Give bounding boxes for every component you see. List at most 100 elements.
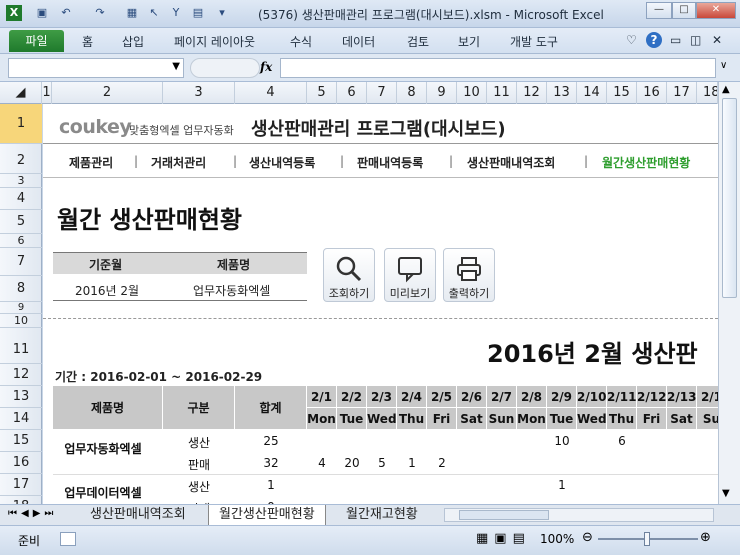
- row-header[interactable]: 10: [0, 314, 42, 328]
- zoom-in-icon[interactable]: ⊕: [700, 530, 711, 545]
- nav-history-search[interactable]: 생산판매내역조회: [467, 154, 555, 171]
- pointer-icon[interactable]: ↖: [146, 5, 162, 21]
- close-button[interactable]: ✕: [696, 2, 736, 19]
- hscroll-thumb[interactable]: [459, 510, 549, 520]
- sheet-tab[interactable]: 생산판매내역조회: [80, 505, 196, 525]
- scroll-down-icon[interactable]: ▼: [722, 488, 730, 499]
- row-header[interactable]: 2: [0, 144, 42, 174]
- form-icon[interactable]: ▤: [190, 5, 206, 21]
- row-header[interactable]: 7: [0, 248, 42, 276]
- column-header[interactable]: 6: [337, 82, 367, 104]
- product-value[interactable]: 업무자동화엑셀: [193, 282, 270, 299]
- tab-view[interactable]: 보기: [458, 33, 480, 50]
- column-header[interactable]: 15: [607, 82, 637, 104]
- column-header[interactable]: 1: [42, 82, 52, 104]
- column-header[interactable]: 14: [577, 82, 607, 104]
- column-header[interactable]: 9: [427, 82, 457, 104]
- column-header[interactable]: 5: [307, 82, 337, 104]
- search-button[interactable]: 조회하기: [323, 248, 375, 302]
- preview-button[interactable]: 미리보기: [384, 248, 436, 302]
- column-header[interactable]: 13: [547, 82, 577, 104]
- macro-record-icon[interactable]: [60, 532, 76, 546]
- sheet-tab[interactable]: 월간재고현황: [336, 505, 428, 525]
- formula-expand-handle[interactable]: [190, 58, 260, 78]
- tab-developer[interactable]: 개발 도구: [510, 33, 558, 50]
- scroll-up-icon[interactable]: ▲: [722, 84, 730, 95]
- help-icon[interactable]: ?: [646, 32, 662, 48]
- tab-file[interactable]: 파일: [9, 30, 64, 52]
- row-header[interactable]: 14: [0, 408, 42, 430]
- nav-monthly-status[interactable]: 월간생산판매현황: [602, 154, 690, 171]
- tab-review[interactable]: 검토: [407, 33, 429, 50]
- zoom-slider-thumb[interactable]: [644, 532, 650, 546]
- row-header[interactable]: 3: [0, 174, 42, 188]
- row-header[interactable]: 4: [0, 188, 42, 210]
- column-header[interactable]: 12: [517, 82, 547, 104]
- function-icon[interactable]: fx: [260, 60, 272, 74]
- formula-input[interactable]: [280, 58, 716, 78]
- restore-button[interactable]: □: [672, 2, 696, 19]
- name-box[interactable]: ▼: [8, 58, 184, 78]
- row-header[interactable]: 9: [0, 302, 42, 314]
- zoom-level[interactable]: 100%: [540, 532, 574, 546]
- row-header[interactable]: 12: [0, 364, 42, 386]
- zoom-out-icon[interactable]: ⊖: [582, 530, 593, 545]
- column-header[interactable]: 17: [667, 82, 697, 104]
- column-header[interactable]: 16: [637, 82, 667, 104]
- grid-icon[interactable]: ▦: [124, 5, 140, 21]
- undo-icon[interactable]: ↶: [58, 5, 74, 21]
- sheet-nav-icons[interactable]: ⏮◀▶⏭: [8, 508, 57, 519]
- row-header[interactable]: 8: [0, 276, 42, 302]
- table-day-cell: 20: [344, 456, 360, 470]
- save-icon[interactable]: ▣: [34, 5, 50, 21]
- print-button[interactable]: 출력하기: [443, 248, 495, 302]
- tab-insert[interactable]: 삽입: [122, 33, 144, 50]
- column-header[interactable]: 11: [487, 82, 517, 104]
- row-header[interactable]: 11: [0, 328, 42, 364]
- column-header[interactable]: 18: [697, 82, 718, 104]
- chevron-down-icon[interactable]: ▼: [172, 61, 180, 72]
- column-header[interactable]: 8: [397, 82, 427, 104]
- row-header[interactable]: 13: [0, 386, 42, 408]
- ribbon-minimize-icon[interactable]: ▭: [670, 33, 681, 47]
- row-header[interactable]: 1: [0, 104, 42, 144]
- expand-formula-icon[interactable]: ∨: [720, 60, 727, 71]
- row-header[interactable]: 15: [0, 430, 42, 452]
- nav-production-entry[interactable]: 생산내역등록: [249, 154, 315, 171]
- view-mode-icons[interactable]: ▦▣▤: [476, 531, 531, 546]
- horizontal-scrollbar[interactable]: [444, 508, 714, 522]
- tab-data[interactable]: 데이터: [342, 33, 375, 50]
- table-day-cell: 6: [618, 434, 626, 448]
- customize-quick-access-icon[interactable]: ▾: [214, 5, 230, 21]
- redo-icon[interactable]: ↷: [92, 5, 108, 21]
- tab-page-layout[interactable]: 페이지 레이아웃: [174, 33, 255, 50]
- column-header[interactable]: 7: [367, 82, 397, 104]
- row-header[interactable]: 16: [0, 452, 42, 474]
- scroll-thumb[interactable]: [722, 98, 737, 298]
- sheet-tab-active[interactable]: 월간생산판매현황: [208, 505, 326, 525]
- minimize-button[interactable]: —: [646, 2, 672, 19]
- worksheet[interactable]: coukey 맞춤형엑셀 업무자동화 생산판매관리 프로그램(대시보드) 제품관…: [43, 104, 718, 504]
- nav-product[interactable]: 제품관리: [69, 154, 113, 171]
- row-header[interactable]: 6: [0, 234, 42, 248]
- vertical-scrollbar[interactable]: ▲ ▼: [718, 82, 740, 504]
- month-value[interactable]: 2016년 2월: [75, 282, 139, 299]
- date-header: 2/7: [487, 386, 517, 408]
- nav-sales-entry[interactable]: 판매내역등록: [357, 154, 423, 171]
- chevron-down-icon[interactable]: ♡: [626, 33, 637, 47]
- ribbon-restore-icon[interactable]: ◫: [690, 33, 701, 47]
- column-header[interactable]: 3: [163, 82, 235, 104]
- column-header[interactable]: 10: [457, 82, 487, 104]
- row-header[interactable]: 17: [0, 474, 42, 496]
- filter-icon[interactable]: Y: [168, 5, 184, 21]
- column-header[interactable]: 4: [235, 82, 307, 104]
- tab-home[interactable]: 홈: [82, 33, 93, 50]
- nav-client[interactable]: 거래처관리: [151, 154, 206, 171]
- formula-bar: ▼ fx ∨: [0, 54, 740, 82]
- column-header[interactable]: 2: [52, 82, 163, 104]
- ribbon-close-icon[interactable]: ✕: [712, 33, 722, 47]
- zoom-slider[interactable]: [598, 532, 698, 546]
- select-all-corner[interactable]: ◢: [0, 82, 42, 104]
- tab-formulas[interactable]: 수식: [290, 33, 312, 50]
- row-header[interactable]: 5: [0, 210, 42, 234]
